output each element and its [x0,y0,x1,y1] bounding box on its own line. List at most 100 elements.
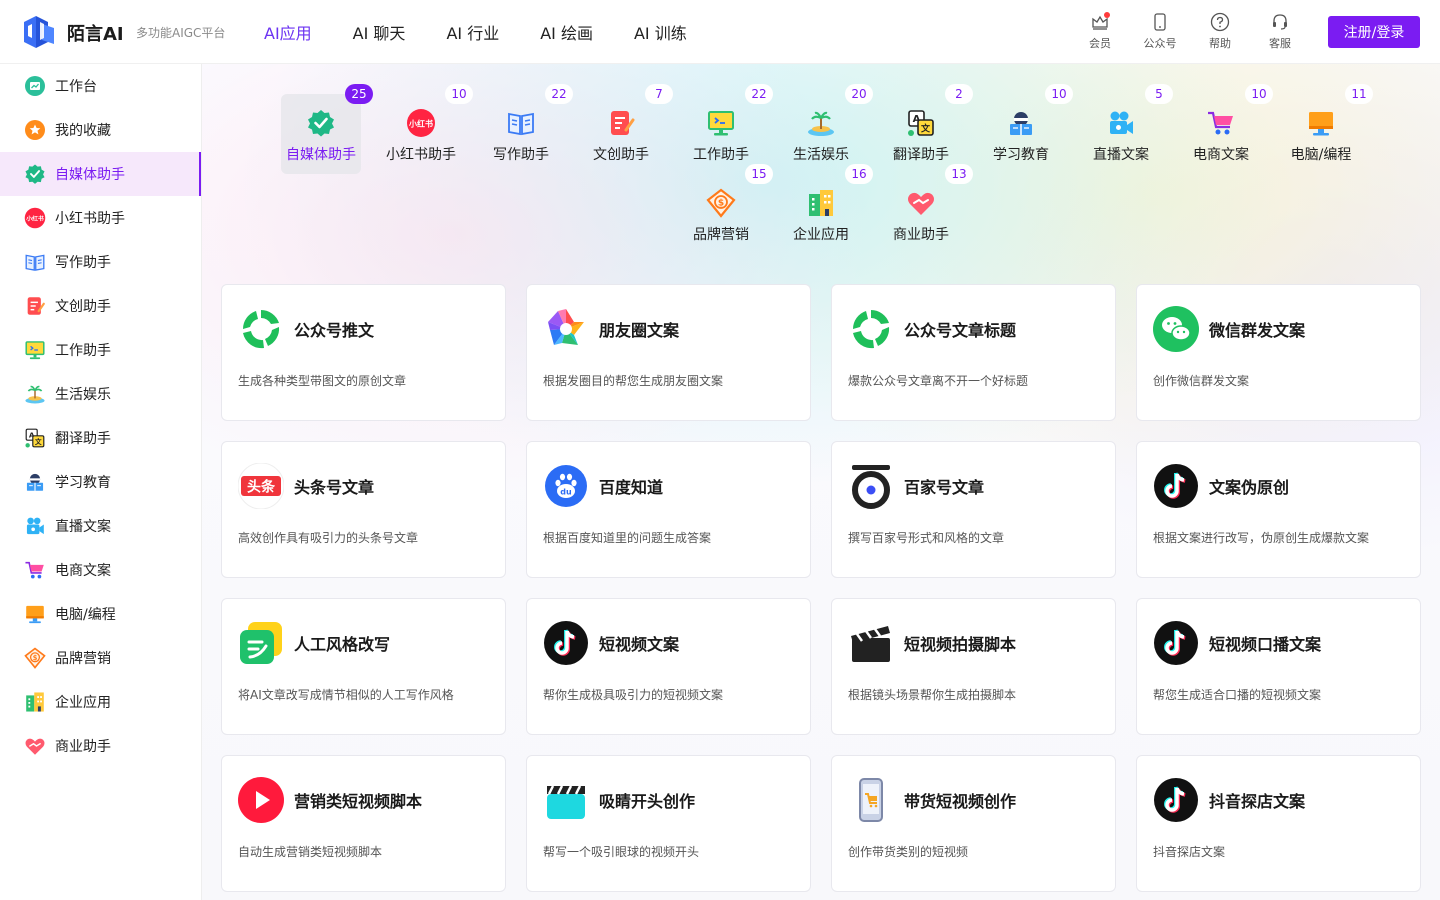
nav-ai-drawing[interactable]: AI 绘画 [540,20,593,44]
sidebar-item[interactable]: A 文翻译助手 [0,416,201,460]
brand-name[interactable]: 陌言AI [67,20,124,46]
category-tile[interactable]: 22 写作助手 [481,84,573,174]
app-card[interactable]: 吸睛开头创作帮写一个吸引眼球的视频开头 [526,755,811,892]
category-tile[interactable]: 10 电商文案 [1181,84,1273,174]
category-label: 品牌营销 [693,227,749,243]
logo-icon[interactable] [22,14,56,50]
category-tile[interactable]: 10 学习教育 [981,84,1073,174]
app-card[interactable]: 营销类短视频脚本 自动生成营销类短视频脚本 [221,755,506,892]
sidebar-item[interactable]: 商业助手 [0,724,201,768]
help-button[interactable]: 帮助 [1190,12,1250,51]
sidebar-item[interactable]: 写作助手 [0,240,201,284]
sidebar-item[interactable]: 生活娱乐 [0,372,201,416]
card-description: 帮你生成极具吸引力的短视频文案 [543,688,724,702]
category-tile[interactable]: 16 企业应用 [781,164,873,254]
card-title: 百度知道 [599,478,664,497]
island-icon [806,108,836,138]
rewrite-icon [238,620,284,666]
app-card[interactable]: du 百度知道 根据百度知道里的问题生成答案 [526,441,811,578]
handshake-icon [24,735,46,757]
sidebar-item[interactable]: 工作台 [0,64,201,108]
app-card[interactable]: 文案伪原创 根据文案进行改写，伪原创生成爆款文案 [1136,441,1421,578]
brand-icon: $ [24,647,46,669]
official-account-label: 公众号 [1143,37,1177,50]
card-description: 帮写一个吸引眼球的视频开头 [543,845,700,859]
app-card[interactable]: 人工风格改写 将AI文章改写成情节相似的人工写作风格 [221,598,506,735]
category-label: 企业应用 [793,227,849,243]
customer-service-button[interactable]: 客服 [1250,12,1310,51]
app-card[interactable]: 百家号文章 撰写百家号形式和风格的文章 [831,441,1116,578]
sidebar-item-label: 自媒体助手 [55,167,125,183]
help-icon [1210,12,1230,32]
category-tile[interactable]: 15 $ 品牌营销 [681,164,773,254]
count-badge: 7 [645,84,673,104]
app-card[interactable]: 公众号推文 生成各种类型带图文的原创文章 [221,284,506,421]
category-label: 文创助手 [593,147,649,163]
app-card[interactable]: 抖音探店文案 抖音探店文案 [1136,755,1421,892]
app-card[interactable]: 短视频文案 帮你生成极具吸引力的短视频文案 [526,598,811,735]
app-card[interactable]: 带货短视频创作 创作带货类别的短视频 [831,755,1116,892]
app-card[interactable]: 头条 头条号文章 高效创作具有吸引力的头条号文章 [221,441,506,578]
sidebar-item-label: 品牌营销 [55,651,111,667]
translate-icon: A文 [24,427,46,449]
card-title: 吸睛开头创作 [599,792,696,811]
nav-ai-apps[interactable]: AI应用 [264,20,312,44]
category-tile[interactable]: 5 直播文案 [1081,84,1173,174]
wechat-official-icon [238,306,284,352]
sidebar-item[interactable]: 企业应用 [0,680,201,724]
tiktok-icon [1153,620,1199,666]
sidebar-item[interactable]: 文创助手 [0,284,201,328]
sidebar-item[interactable]: 电商文案 [0,548,201,592]
category-label: 小红书助手 [386,147,456,163]
sidebar-item[interactable]: 自媒体助手 [0,152,201,196]
category-tile[interactable]: 7 文创助手 [581,84,673,174]
app-card[interactable]: 微信群发文案 创作微信群发文案 [1136,284,1421,421]
app-card[interactable]: 朋友圈文案 根据发圈目的帮您生成朋友圈文案 [526,284,811,421]
card-title: 头条号文章 [294,478,375,497]
sidebar-item-label: 企业应用 [55,695,111,711]
card-title: 公众号推文 [294,321,375,340]
card-description: 创作微信群发文案 [1153,374,1250,388]
sidebar-item-label: 直播文案 [55,519,111,535]
tiktok-icon [1153,463,1199,509]
card-title: 朋友圈文案 [599,321,680,340]
tiktok-icon [1153,777,1199,823]
sidebar-item-label: 电商文案 [55,563,111,579]
card-title: 文案伪原创 [1209,478,1290,497]
sidebar-item[interactable]: 工作助手 [0,328,201,372]
dashboard-icon [24,75,46,97]
member-button[interactable]: 会员 [1070,12,1130,51]
card-description: 根据百度知道里的问题生成答案 [543,531,712,545]
handshake-icon [906,188,936,218]
student-icon [1006,108,1036,138]
sidebar-item[interactable]: 电脑/编程 [0,592,201,636]
app-card[interactable]: 短视频口播文案 帮您生成适合口播的短视频文案 [1136,598,1421,735]
sidebar-item[interactable]: 小红书 小红书助手 [0,196,201,240]
official-account-button[interactable]: 公众号 [1130,12,1190,51]
app-card[interactable]: 公众号文章标题 爆款公众号文章离不开一个好标题 [831,284,1116,421]
nav-ai-industry[interactable]: AI 行业 [446,20,499,44]
sidebar-item[interactable]: 直播文案 [0,504,201,548]
category-tile[interactable]: 2 A 文翻译助手 [881,84,973,174]
notification-dot [1104,12,1110,18]
play-icon [238,777,284,823]
category-tile[interactable]: 11 电脑/编程 [1281,84,1373,174]
brand-icon: $ [706,188,736,218]
app-card[interactable]: 短视频拍摄脚本 根据镜头场景帮你生成拍摄脚本 [831,598,1116,735]
nav-ai-chat[interactable]: AI 聊天 [353,20,406,44]
category-tile[interactable]: 22 工作助手 [681,84,773,174]
category-tile[interactable]: 10 小红书 小红书助手 [381,84,473,174]
nav-ai-training[interactable]: AI 训练 [634,20,687,44]
sidebar-item[interactable]: 我的收藏 [0,108,201,152]
count-badge: 13 [945,164,973,184]
category-tile[interactable]: 20 生活娱乐 [781,84,873,174]
count-badge: 25 [345,84,373,104]
header-actions: 会员 公众号 帮助 客服 [1070,12,1310,51]
sidebar-item[interactable]: 学习教育 [0,460,201,504]
camera-icon [1106,108,1136,138]
category-tile[interactable]: 25 自媒体助手 [281,84,373,174]
register-login-button[interactable]: 注册/登录 [1328,16,1420,48]
sidebar-item[interactable]: $ 品牌营销 [0,636,201,680]
category-tile[interactable]: 13 商业助手 [881,164,973,254]
sidebar: 工作台 我的收藏自媒体助手小红书 小红书助手 写作助手 文创助手 工作助手 生活娱乐 A 文翻译… [0,64,202,900]
